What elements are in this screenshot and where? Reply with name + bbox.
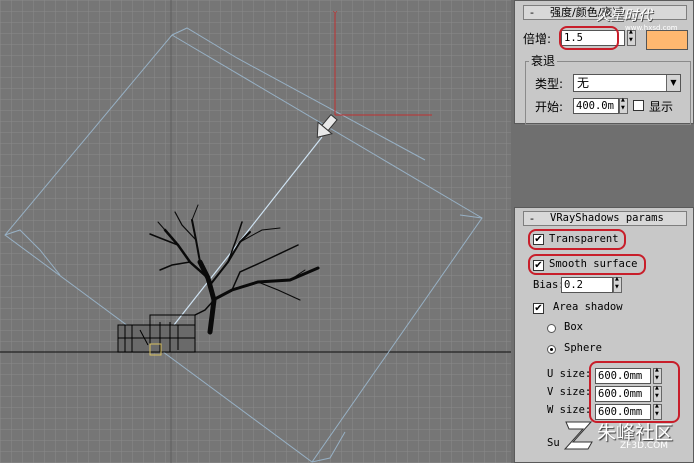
decay-group [525, 61, 691, 125]
watermark-bottom-url: ZF3D.COM [620, 441, 668, 451]
vray-shadows-rollout-header[interactable]: - VRayShadows params [523, 211, 687, 226]
decay-type-dropdown[interactable]: 无 ▼ [573, 74, 681, 92]
u-size-label: U size: [547, 368, 592, 380]
watermark-top-url: www.hxsd.com [625, 24, 678, 32]
v-size-label: V size: [547, 386, 592, 398]
bias-label: Bias: [533, 279, 565, 291]
area-shadow-label: Area shadow [553, 301, 623, 313]
bias-spinner[interactable] [613, 276, 622, 293]
decay-start-label: 开始: [535, 100, 564, 114]
vray-shadows-rollout-title: VRayShadows params [550, 212, 664, 224]
box-label: Box [564, 321, 583, 333]
subdivs-label: Su [547, 437, 560, 449]
decay-type-label: 类型: [535, 77, 564, 91]
decay-start-field[interactable]: 400.0m [573, 98, 619, 114]
w-size-label: W size: [547, 404, 592, 416]
area-shadow-checkbox[interactable]: ✔ [533, 303, 544, 314]
multiplier-highlight [559, 26, 619, 50]
perspective-viewport[interactable]: Y [0, 0, 511, 463]
light-color-swatch[interactable] [646, 30, 688, 50]
decay-type-value: 无 [577, 76, 590, 90]
multiplier-spinner[interactable] [627, 29, 636, 46]
sphere-label: Sphere [564, 342, 602, 354]
command-panel: - 强度/颜色/衰减 倍增: 1.5 衰退 类型: 无 ▼ 开始: 400.0m… [511, 0, 694, 463]
watermark-top-text: 火星时代 [596, 8, 652, 24]
dropdown-arrow-icon: ▼ [666, 75, 680, 91]
zf3d-logo-icon [563, 421, 593, 450]
decay-show-checkbox[interactable] [633, 100, 644, 111]
decay-group-label: 衰退 [529, 52, 558, 69]
size-fields-highlight [589, 361, 680, 423]
transparent-highlight [528, 229, 626, 250]
multiplier-label: 倍增: [523, 32, 552, 46]
box-radio[interactable] [547, 324, 556, 333]
decay-start-spinner[interactable] [619, 97, 628, 114]
viewport-scene: Y [0, 0, 511, 463]
smooth-surface-highlight [528, 254, 646, 275]
bias-field[interactable]: 0.2 [561, 277, 613, 293]
sphere-radio[interactable] [547, 345, 556, 354]
svg-text:Y: Y [332, 10, 338, 18]
decay-show-label: 显示 [649, 100, 674, 114]
